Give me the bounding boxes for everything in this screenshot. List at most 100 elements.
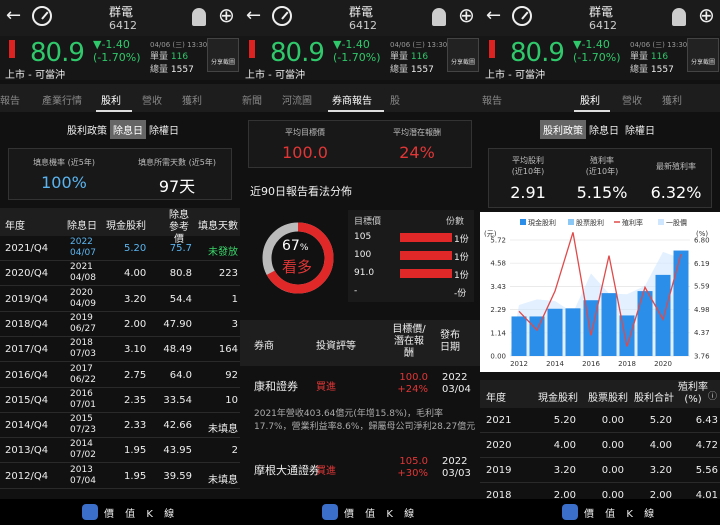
top-bar: ← 群電 6412 ⊕ xyxy=(480,0,720,36)
fill-rate-label: 填息機率 (近5年) xyxy=(33,158,95,167)
cell-year: 2016/Q4 xyxy=(5,369,49,381)
dist-count: 1份 xyxy=(454,235,469,245)
seg-exdiv[interactable]: 除息日 xyxy=(110,120,146,139)
col-filldays[interactable]: 填息天數 xyxy=(198,217,238,232)
cell-refprice: 80.8 xyxy=(169,268,192,280)
tab-profit[interactable]: 獲利 xyxy=(182,92,202,107)
col-exdate[interactable]: 除息日 xyxy=(67,217,97,232)
col-target[interactable]: 目標價/ 潛在報 酬 xyxy=(390,324,428,360)
speedometer-icon[interactable] xyxy=(512,6,532,26)
col-total[interactable]: 股利合計 xyxy=(634,389,674,404)
bell-icon[interactable] xyxy=(192,8,206,26)
back-arrow-icon[interactable]: ← xyxy=(6,5,21,26)
cash-dividend-bar[interactable] xyxy=(601,293,617,356)
back-arrow-icon[interactable]: ← xyxy=(486,5,501,26)
col-year[interactable]: 年度 xyxy=(486,389,506,404)
cash-dividend-bar[interactable] xyxy=(511,316,527,356)
table-row[interactable]: 2019/Q4 2020 04/09 3.20 54.4 1 xyxy=(0,287,240,312)
share-label: 分享截圖 xyxy=(450,59,475,66)
change-pct: (-1.70%) xyxy=(333,51,381,64)
cell-refprice: 33.54 xyxy=(163,394,192,406)
share-screenshot-button[interactable]: 分享截圖 xyxy=(207,38,239,72)
cash-dividend-bar[interactable] xyxy=(673,250,689,356)
cell-stock: 0.00 xyxy=(601,440,624,451)
cash-dividend-bar[interactable] xyxy=(637,291,653,356)
stock-name: 群電 xyxy=(589,5,614,19)
tab-river[interactable]: 河流圖 xyxy=(282,92,312,107)
col-broker[interactable]: 券商 xyxy=(254,337,274,352)
share-label: 分享截圖 xyxy=(210,59,235,66)
col-cash[interactable]: 現金股利 xyxy=(106,217,146,232)
table-header: 年度 現金股利 股票股利 股利合計 殖利率 (%) ⓘ xyxy=(480,380,720,408)
cell-yield: 6.43 xyxy=(695,415,718,426)
x-tick: 2020 xyxy=(654,360,672,368)
table-row[interactable]: 2015/Q4 2016 07/01 2.35 33.54 10 xyxy=(0,388,240,413)
tab-report[interactable]: 報告 xyxy=(482,92,502,107)
table-row[interactable]: 2017/Q4 2018 07/03 3.10 48.49 164 xyxy=(0,337,240,363)
yield-value: 5.15% xyxy=(576,183,628,202)
table-row[interactable]: 2020 4.00 0.00 4.00 4.72 xyxy=(480,433,720,458)
y-tick-right: 4.98 xyxy=(694,306,710,314)
share-screenshot-button[interactable]: 分享截圖 xyxy=(687,38,719,72)
table-row[interactable]: 2021/Q4 2022 04/07 5.20 75.7 未發放 xyxy=(0,236,240,261)
speedometer-icon[interactable] xyxy=(272,6,292,26)
tab-report[interactable]: 報告 xyxy=(0,92,20,107)
seg-policy[interactable]: 股利政策 xyxy=(540,120,586,139)
add-watchlist-icon[interactable]: ⊕ xyxy=(218,4,235,26)
table-row[interactable]: 2020/Q4 2021 04/08 4.00 80.8 223 xyxy=(0,261,240,287)
change-pct: (-1.70%) xyxy=(573,51,621,64)
col-date[interactable]: 發布 日期 xyxy=(440,330,460,354)
col-year[interactable]: 年度 xyxy=(5,217,25,232)
col-yield[interactable]: 殖利率 (%) xyxy=(678,382,708,406)
avg-div-label: 平均股利 (近10年) xyxy=(511,156,545,176)
cash-dividend-bar[interactable] xyxy=(565,308,581,356)
add-watchlist-icon[interactable]: ⊕ xyxy=(698,4,715,26)
seg-policy[interactable]: 股利政策 xyxy=(64,120,110,139)
table-row[interactable]: 2013/Q4 2014 07/02 1.95 43.95 2 xyxy=(0,438,240,464)
tab-profit[interactable]: 獲利 xyxy=(662,92,682,107)
add-watchlist-icon[interactable]: ⊕ xyxy=(458,4,475,26)
table-row[interactable]: 2018/Q4 2019 06/27 2.00 47.90 3 xyxy=(0,312,240,337)
cell-total: 4.00 xyxy=(649,440,672,451)
market-label: 上市 - 可當沖 xyxy=(485,70,545,81)
tab-revenue[interactable]: 營收 xyxy=(142,92,162,107)
dist-bar xyxy=(400,251,452,260)
report-target: 100.0 xyxy=(399,372,428,383)
back-arrow-icon[interactable]: ← xyxy=(246,5,261,26)
cell-exdate-day: 07/04 xyxy=(70,475,96,486)
table-row[interactable]: 2014/Q4 2015 07/23 2.33 42.66 未填息 xyxy=(0,413,240,439)
tab-dividend[interactable]: 股利 xyxy=(101,92,121,107)
dist-price: - xyxy=(354,286,358,296)
tab-dividend[interactable]: 股利 xyxy=(580,92,600,107)
tab-broker-report[interactable]: 券商報告 xyxy=(332,92,372,107)
table-row[interactable]: 2016/Q4 2017 06/22 2.75 64.0 92 xyxy=(0,363,240,388)
cash-dividend-bar[interactable] xyxy=(529,316,545,356)
col-stock[interactable]: 股票股利 xyxy=(588,389,628,404)
speedometer-icon[interactable] xyxy=(32,6,52,26)
info-icon[interactable]: ⓘ xyxy=(708,389,717,402)
bell-icon[interactable] xyxy=(432,8,446,26)
col-cash[interactable]: 現金股利 xyxy=(538,389,578,404)
tab-revenue[interactable]: 營收 xyxy=(622,92,642,107)
tab-news[interactable]: 新聞 xyxy=(242,92,262,107)
dist-bar xyxy=(400,233,452,242)
table-row[interactable]: 2019 3.20 0.00 3.20 5.56 xyxy=(480,458,720,483)
table-row[interactable]: 2012/Q4 2013 07/04 1.95 39.59 未填息 xyxy=(0,464,240,489)
y-tick-left: 2.29 xyxy=(490,306,506,314)
cell-filldays: 92 xyxy=(225,369,238,381)
share-screenshot-button[interactable]: 分享截圖 xyxy=(447,38,479,72)
cash-dividend-bar[interactable] xyxy=(547,308,563,356)
tab-dividend[interactable]: 股 xyxy=(390,92,400,107)
seg-exdiv[interactable]: 除息日 xyxy=(586,120,622,139)
cash-dividend-bar[interactable] xyxy=(655,274,671,356)
seg-exright[interactable]: 除權日 xyxy=(146,120,182,139)
bell-icon[interactable] xyxy=(672,8,686,26)
seg-exright[interactable]: 除權日 xyxy=(622,120,658,139)
col-rating[interactable]: 投資評等 xyxy=(316,337,356,352)
table-row[interactable]: 2021 5.20 0.00 5.20 6.43 xyxy=(480,408,720,433)
cell-exdate-year: 2021 xyxy=(70,262,93,273)
unit-label: 單量 xyxy=(390,52,409,62)
stock-code: 6412 xyxy=(349,19,377,32)
tab-industry[interactable]: 產業行情 xyxy=(42,92,82,107)
dist-bar xyxy=(400,269,452,278)
